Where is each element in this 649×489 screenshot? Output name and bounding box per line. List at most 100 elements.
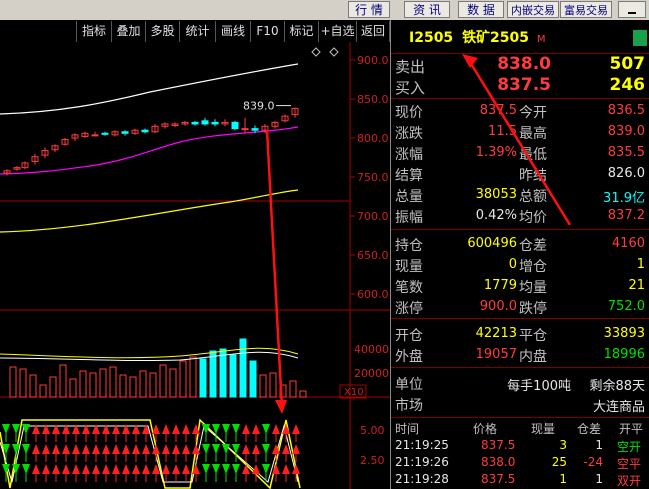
quote-value: 42213 xyxy=(475,326,517,341)
candle-body xyxy=(101,132,109,135)
volume-ma-yellow xyxy=(0,347,299,359)
toolbar-add-favorite-button[interactable]: +自选 xyxy=(318,21,356,42)
volume-bar xyxy=(39,384,47,398)
tick-diff: 1 xyxy=(595,472,603,486)
tick-diff: 1 xyxy=(595,438,603,452)
indicator-axis-label: 5.00 xyxy=(360,424,385,437)
volume-bar xyxy=(209,350,217,398)
tick-volume: 1 xyxy=(559,472,567,486)
annotation-arrow-head xyxy=(275,400,287,414)
tick-volume: 25 xyxy=(551,455,567,469)
candle-body xyxy=(251,128,259,131)
annotation-arrow-line xyxy=(468,61,572,226)
tick-time: 21:19:28 xyxy=(395,472,449,486)
volume-bar xyxy=(89,372,97,398)
price-axis-label: 800.0 xyxy=(357,132,389,145)
quote-label: 外盘 xyxy=(395,349,423,365)
quote-value: 18996 xyxy=(603,347,645,362)
quote-value: 19057 xyxy=(475,347,517,362)
quote-label: 现量 xyxy=(395,259,423,275)
volume-bar xyxy=(199,358,207,398)
volume-bar xyxy=(69,378,77,398)
menu-news-button[interactable]: 资 讯 xyxy=(404,1,450,18)
volume-bar xyxy=(109,366,117,398)
kline-chart[interactable]: 839.0 900.0 850.0 800.0 750.0 700.0 650.0 600.… xyxy=(0,42,390,489)
volume-bar xyxy=(139,370,147,398)
volume-bar xyxy=(129,376,137,398)
candle-body xyxy=(201,120,209,125)
toolbar-multi-stock-button[interactable]: 多股 xyxy=(145,21,179,42)
menu-embedded-trade-button[interactable]: 内嵌交易 xyxy=(507,1,559,18)
quote-value: 1 xyxy=(636,257,645,272)
volume-scale-label: X10 xyxy=(344,387,364,398)
quote-label: 涨停 xyxy=(395,301,423,317)
high-price-label: 839.0 xyxy=(243,100,275,113)
volume-bar xyxy=(9,366,17,398)
toolbar-back-button[interactable]: 返回 xyxy=(356,21,390,42)
volume-bar xyxy=(189,356,197,398)
ticks-header-diff: 仓差 xyxy=(577,422,602,436)
volume-axis-label: 40000 xyxy=(354,343,389,356)
price-axis-label: 650.0 xyxy=(357,249,389,262)
toolbar-indicator-button[interactable]: 指标 xyxy=(76,21,111,42)
candle-body xyxy=(141,129,149,133)
menu-fuyi-trade-button[interactable]: 富易交易 xyxy=(560,1,612,18)
volume-bar xyxy=(149,372,157,398)
candle-body xyxy=(231,121,239,130)
volume-bar xyxy=(169,368,177,398)
volume-bar xyxy=(299,390,307,398)
divider xyxy=(391,367,649,368)
remain-days: 剩余88天 xyxy=(589,379,645,394)
annotation-arrow-line xyxy=(265,129,284,409)
toolbar-stats-button[interactable]: 统计 xyxy=(179,21,215,42)
volume-bar xyxy=(99,368,107,398)
toolbar-overlay-button[interactable]: 叠加 xyxy=(111,21,145,42)
tick-time: 21:19:26 xyxy=(395,455,449,469)
quote-value: 0 xyxy=(508,257,517,272)
toolbar-draw-button[interactable]: 画线 xyxy=(215,21,250,42)
volume-axis-label: 20000 xyxy=(354,367,389,380)
volume-bar xyxy=(119,374,127,398)
ticks-header-price: 价格 xyxy=(473,422,498,436)
tick-type: 空平 xyxy=(617,457,642,471)
menu-quote-button[interactable]: 行 情 xyxy=(348,1,390,18)
volume-bar xyxy=(79,370,87,398)
toolbar-mark-button[interactable]: 标记 xyxy=(284,21,318,42)
volume-bar xyxy=(49,376,57,398)
quote-label: 增仓 xyxy=(519,259,547,275)
quote-value: 900.0 xyxy=(479,299,517,314)
candle-body xyxy=(91,134,99,137)
price-axis-label: 850.0 xyxy=(357,93,389,106)
volume-bar xyxy=(289,380,297,398)
ticks-header-volume: 现量 xyxy=(531,422,556,436)
price-axis-label: 900.0 xyxy=(357,54,389,67)
volume-bar xyxy=(59,364,67,398)
volume-bar xyxy=(229,354,237,398)
diamond-marker xyxy=(329,47,339,57)
divider xyxy=(391,318,649,319)
annotation-arrow-overlay xyxy=(462,54,572,226)
quote-label: 开仓 xyxy=(395,328,423,344)
quote-value: 1779 xyxy=(483,278,517,293)
market-label: 市场 xyxy=(395,398,423,414)
menu-data-button[interactable]: 数 据 xyxy=(458,1,504,18)
quote-label: 平仓 xyxy=(519,328,547,344)
quote-label: 跌停 xyxy=(519,301,547,317)
tick-price: 837.5 xyxy=(481,438,516,452)
price-axis-label: 700.0 xyxy=(357,210,389,223)
volume-bar xyxy=(249,360,257,398)
volume-bar xyxy=(219,348,227,398)
tick-diff: -24 xyxy=(583,455,603,469)
candle-body xyxy=(121,131,129,134)
ticks-header: 时间 价格 现量 仓差 开平 xyxy=(391,420,649,436)
minimize-icon[interactable] xyxy=(618,1,646,18)
diamond-marker xyxy=(311,47,321,57)
candle-body xyxy=(191,121,199,125)
volume-bar xyxy=(179,360,187,398)
quote-value: 33893 xyxy=(603,326,645,341)
tick-price: 837.5 xyxy=(481,472,516,486)
toolbar-f10-button[interactable]: F10 xyxy=(250,21,284,42)
unit-value: 每手100吨 xyxy=(507,379,571,394)
ma-line-yellow xyxy=(0,189,299,233)
tick-type: 空开 xyxy=(617,440,642,454)
